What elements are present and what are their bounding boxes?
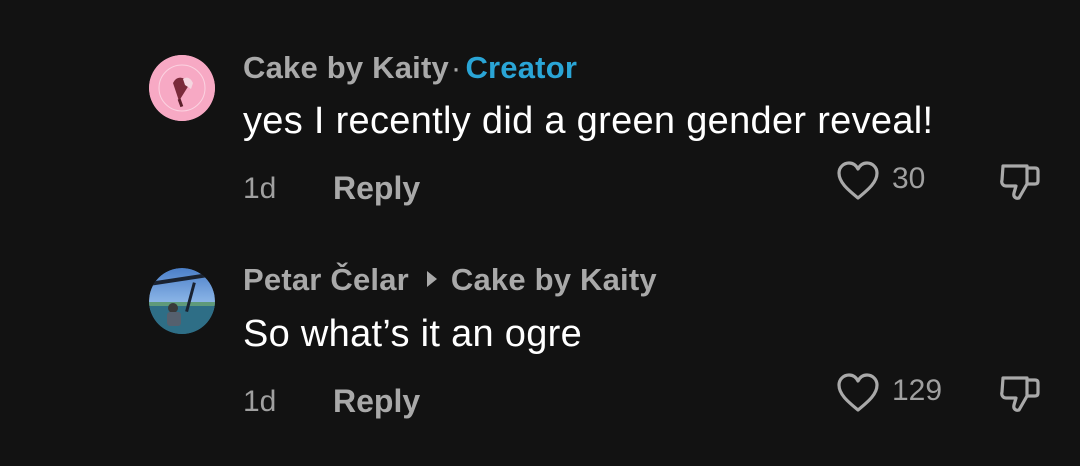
author-name[interactable]: Petar Čelar [243,262,409,297]
avatar[interactable] [149,268,215,334]
heart-outline-icon[interactable] [835,372,881,414]
comment-text: So what’s it an ogre [243,313,583,355]
profile-photo [149,268,215,334]
comment-timestamp: 1d [243,385,277,418]
like-count: 129 [892,374,943,407]
caret-right-icon [426,271,437,287]
reply-button[interactable]: Reply [333,383,420,420]
comment-author-line: Petar Čelar Cake by Kaity [243,262,657,298]
comment-item: Petar Čelar Cake by Kaity So what’s it an… [0,0,1080,419]
thumbs-down-icon[interactable] [997,370,1043,416]
reply-to-author[interactable]: Cake by Kaity [451,262,657,297]
